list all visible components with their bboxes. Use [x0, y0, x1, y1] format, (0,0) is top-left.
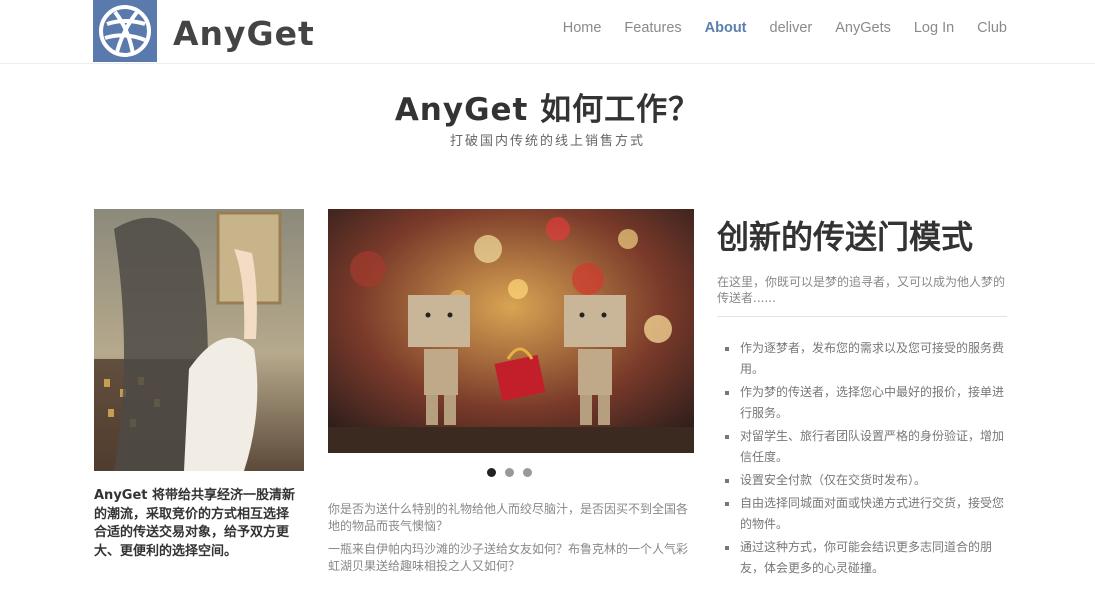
section-title: 创新的传送门模式 — [717, 218, 974, 256]
slider-paragraph: 你是否为送什么特别的礼物给他人而绞尽脑汁，是否因买不到全国各地的物品而丧气懊恼？ — [328, 502, 689, 533]
girl-photo — [94, 209, 304, 471]
carousel-dots — [487, 468, 532, 477]
nav-item-deliver[interactable]: deliver — [770, 20, 813, 36]
carousel-dot[interactable] — [505, 468, 514, 477]
nav-item-features[interactable]: Features — [624, 20, 681, 36]
globe-logo-icon — [99, 5, 151, 57]
nav-item-about[interactable]: About — [705, 20, 747, 36]
image-carousel[interactable] — [328, 209, 694, 453]
page-subtitle: 打破国内传统的线上销售方式 — [449, 134, 645, 149]
page-title: AnyGet 如何工作？ — [394, 92, 701, 128]
feature-item: 对留学生、旅行者团队设置严格的身份验证，增加信任度。 — [722, 426, 1010, 468]
nav-item-log-in[interactable]: Log In — [914, 20, 954, 36]
feature-list: 作为逐梦者，发布您的需求以及您可接受的服务费用。 作为梦的传送者，选择您心中最好的… — [722, 338, 1010, 581]
intro-bold-text: AnyGet 将带给共享经济一股清新的潮流，采取竞价的方式相互选择合适的传送交易… — [94, 488, 296, 559]
feature-item: 作为逐梦者，发布您的需求以及您可接受的服务费用。 — [722, 338, 1010, 380]
nav-item-club[interactable]: Club — [977, 20, 1007, 36]
carousel-dot[interactable] — [523, 468, 532, 477]
section-intro: 在这里，你既可以是梦的追寻者，又可以成为他人梦的传送者...... — [717, 274, 1007, 317]
nav-item-home[interactable]: Home — [563, 20, 602, 36]
feature-item: 自由选择同城面对面或快递方式进行交货，接受您的物件。 — [722, 493, 1010, 535]
feature-item: 设置安全付款（仅在交货时发布）。 — [722, 470, 1010, 491]
main-nav: Home Features About deliver AnyGets Log In Clu… — [540, 20, 1007, 36]
feature-item: 作为梦的传送者，选择您心中最好的报价，接单进行服务。 — [722, 382, 1010, 424]
logo[interactable] — [93, 0, 157, 62]
carousel-dot[interactable] — [487, 468, 496, 477]
top-navbar: AnyGet Home Features About deliver AnyGets Lo… — [0, 0, 1095, 64]
brand-name[interactable]: AnyGet — [173, 14, 315, 53]
nav-item-anygets[interactable]: AnyGets — [835, 20, 891, 36]
slider-paragraph: 一瓶来自伊帕内玛沙滩的沙子送给女友如何？布鲁克林的一个人气彩虹湖贝果送给趣味相投… — [328, 542, 689, 573]
slider-description: 你是否为送什么特别的礼物给他人而绞尽脑汁，是否因买不到全国各地的物品而丧气懊恼？… — [328, 501, 690, 581]
feature-item: 通过这种方式，你可能会结识更多志同道合的朋友，体会更多的心灵碰撞。 — [722, 537, 1010, 579]
